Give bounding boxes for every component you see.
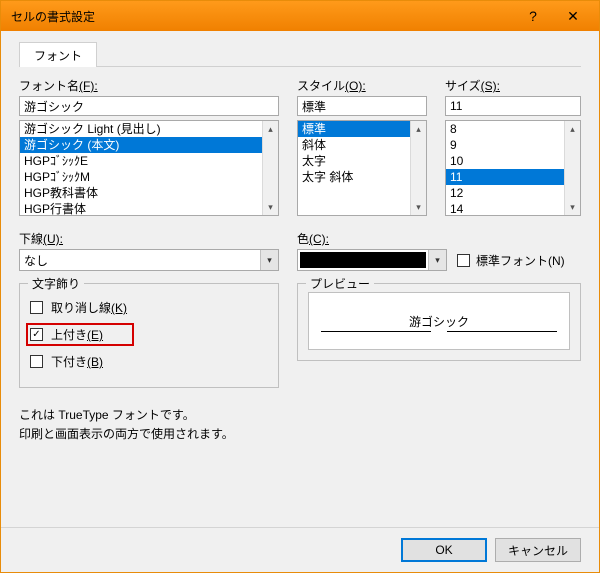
- preview-legend: プレビュー: [306, 275, 374, 292]
- column-size: サイズ(S): 8 9 10 11 12 14 ▴ ▾: [445, 67, 581, 216]
- tab-font[interactable]: フォント: [19, 42, 97, 67]
- list-item[interactable]: 標準: [298, 121, 410, 137]
- column-style: スタイル(O): 標準 斜体 太字 太字 斜体 ▴ ▾: [297, 67, 427, 216]
- scroll-down-icon[interactable]: ▾: [263, 199, 278, 215]
- scrollbar[interactable]: ▴ ▾: [564, 121, 580, 215]
- preview-groupbox: プレビュー 游ゴシック: [297, 283, 581, 361]
- list-item[interactable]: 游ゴシック Light (見出し): [20, 121, 262, 137]
- decorations-legend: 文字飾り: [28, 275, 84, 292]
- preview-sample: 游ゴシック: [409, 313, 469, 330]
- underline-value: なし: [20, 250, 260, 270]
- list-item[interactable]: HGPｺﾞｼｯｸM: [20, 169, 262, 185]
- font-name-label: フォント名(F):: [19, 77, 279, 94]
- help-button[interactable]: ?: [513, 5, 553, 27]
- scroll-down-icon[interactable]: ▾: [565, 199, 580, 215]
- normal-font-label: 標準フォント(N): [476, 252, 565, 269]
- scroll-up-icon[interactable]: ▴: [263, 121, 278, 137]
- dialog-title: セルの書式設定: [11, 8, 513, 25]
- tabstrip: フォント: [19, 43, 581, 67]
- list-item[interactable]: 12: [446, 185, 564, 201]
- row-underline-color: 下線(U): なし ▾ 色(C): ▾: [19, 220, 581, 271]
- list-item[interactable]: 11: [446, 169, 564, 185]
- dialog-footer: OK キャンセル: [1, 527, 599, 572]
- list-item[interactable]: HGP教科書体: [20, 185, 262, 201]
- style-input[interactable]: [297, 96, 427, 116]
- column-underline: 下線(U): なし ▾: [19, 220, 279, 271]
- close-button[interactable]: ✕: [553, 5, 593, 27]
- row-deco-preview: 文字飾り 取り消し線(K) ✓ 上付き(E) 下付き(B) プレビュー: [19, 283, 581, 388]
- color-label: 色(C):: [297, 230, 581, 247]
- font-name-listbox[interactable]: 游ゴシック Light (見出し) 游ゴシック (本文) HGPｺﾞｼｯｸE H…: [19, 120, 279, 216]
- row-font-style-size: フォント名(F): 游ゴシック Light (見出し) 游ゴシック (本文) H…: [19, 67, 581, 216]
- ok-button[interactable]: OK: [401, 538, 487, 562]
- underline-combo[interactable]: なし ▾: [19, 249, 279, 271]
- format-cells-dialog: セルの書式設定 ? ✕ フォント フォント名(F): 游ゴシック Light (…: [0, 0, 600, 573]
- subscript-label: 下付き(B): [51, 353, 103, 370]
- cancel-button[interactable]: キャンセル: [495, 538, 581, 562]
- font-name-input[interactable]: [19, 96, 279, 116]
- color-swatch: [300, 252, 426, 268]
- titlebar: セルの書式設定 ? ✕: [1, 1, 599, 31]
- dialog-body: フォント フォント名(F): 游ゴシック Light (見出し) 游ゴシック (…: [1, 31, 599, 527]
- strike-checkbox-row[interactable]: 取り消し線(K): [30, 298, 268, 317]
- style-listbox[interactable]: 標準 斜体 太字 太字 斜体 ▴ ▾: [297, 120, 427, 216]
- strike-label: 取り消し線(K): [51, 299, 127, 316]
- superscript-label: 上付き(E): [51, 326, 103, 343]
- decorations-groupbox: 文字飾り 取り消し線(K) ✓ 上付き(E) 下付き(B): [19, 283, 279, 388]
- normal-font-checkbox-row[interactable]: 標準フォント(N): [457, 252, 581, 269]
- subscript-checkbox-row[interactable]: 下付き(B): [30, 352, 268, 371]
- preview-box: 游ゴシック: [308, 292, 570, 350]
- color-combo[interactable]: ▾: [297, 249, 447, 271]
- description-text: これは TrueType フォントです。 印刷と画面表示の両方で使用されます。: [19, 406, 581, 444]
- list-item[interactable]: 10: [446, 153, 564, 169]
- scroll-down-icon[interactable]: ▾: [411, 199, 426, 215]
- superscript-checkbox[interactable]: ✓: [30, 328, 43, 341]
- column-font: フォント名(F): 游ゴシック Light (見出し) 游ゴシック (本文) H…: [19, 67, 279, 216]
- underline-label: 下線(U):: [19, 230, 279, 247]
- subscript-checkbox[interactable]: [30, 355, 43, 368]
- list-item[interactable]: 14: [446, 201, 564, 215]
- normal-font-checkbox[interactable]: [457, 254, 470, 267]
- list-item[interactable]: 太字 斜体: [298, 169, 410, 185]
- size-listbox[interactable]: 8 9 10 11 12 14 ▴ ▾: [445, 120, 581, 216]
- size-input[interactable]: [445, 96, 581, 116]
- column-color: 色(C): ▾ 標準フォント(N): [297, 220, 581, 271]
- list-item[interactable]: 9: [446, 137, 564, 153]
- chevron-down-icon[interactable]: ▾: [428, 250, 446, 270]
- strike-checkbox[interactable]: [30, 301, 43, 314]
- scroll-up-icon[interactable]: ▴: [411, 121, 426, 137]
- scroll-up-icon[interactable]: ▴: [565, 121, 580, 137]
- superscript-checkbox-row[interactable]: ✓ 上付き(E): [26, 323, 134, 346]
- list-item[interactable]: 8: [446, 121, 564, 137]
- list-item[interactable]: HGP行書体: [20, 201, 262, 215]
- list-item[interactable]: 斜体: [298, 137, 410, 153]
- list-item[interactable]: 太字: [298, 153, 410, 169]
- style-label: スタイル(O):: [297, 77, 427, 94]
- scrollbar[interactable]: ▴ ▾: [410, 121, 426, 215]
- list-item[interactable]: 游ゴシック (本文): [20, 137, 262, 153]
- scrollbar[interactable]: ▴ ▾: [262, 121, 278, 215]
- size-label: サイズ(S):: [445, 77, 581, 94]
- chevron-down-icon[interactable]: ▾: [260, 250, 278, 270]
- list-item[interactable]: HGPｺﾞｼｯｸE: [20, 153, 262, 169]
